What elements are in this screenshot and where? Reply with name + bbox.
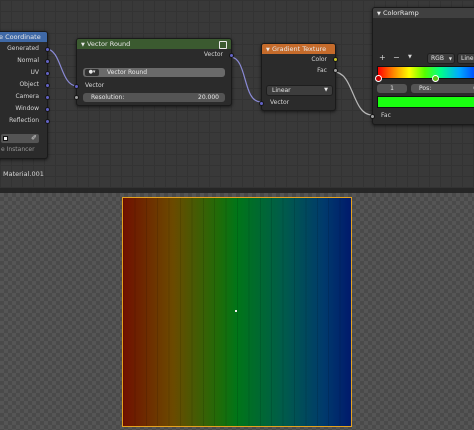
color-stop-marker-active[interactable]: [432, 75, 439, 82]
chevron-down-icon: ▼: [448, 56, 452, 61]
color-mode-select[interactable]: RGB ▼: [427, 53, 455, 64]
socket-object[interactable]: [45, 82, 50, 88]
socket-fac[interactable]: [333, 68, 338, 73]
object-picker-field[interactable]: ✐: [1, 134, 39, 143]
socket-reflection[interactable]: [45, 118, 50, 124]
socket-color[interactable]: [333, 57, 338, 62]
gradient-input-socket[interactable]: [259, 100, 264, 106]
pos-label: Pos:: [419, 85, 432, 92]
output-camera: Camera: [0, 91, 50, 103]
resolution-field[interactable]: Resolution: 20.000: [74, 93, 225, 102]
socket-generated[interactable]: [45, 46, 50, 52]
chevron-down-icon: ▼: [324, 87, 328, 93]
resolution-socket[interactable]: [74, 95, 79, 100]
color-ramp-gradient[interactable]: [375, 66, 474, 82]
collapse-arrow-icon[interactable]: ▼: [266, 47, 270, 53]
node-tree-icon[interactable]: ●▾: [85, 69, 99, 76]
output-normal: Normal: [0, 55, 50, 67]
output-object: Object: [0, 79, 50, 91]
vector-round-header[interactable]: ▼ Vector Round: [77, 39, 231, 49]
colorramp-toolbar: + − ▼ RGB ▼ Line: [377, 53, 474, 64]
vector-round-node[interactable]: ▼ Vector Round Vector ●▾ Vector Round Ve…: [74, 38, 234, 106]
colorramp-input-fac: Fac: [370, 110, 474, 122]
object-icon: [3, 136, 8, 141]
dropdown-arrow-icon[interactable]: ▼: [408, 53, 412, 62]
output-fac: Fac: [262, 65, 338, 76]
group-selector[interactable]: ●▾ Vector Round: [83, 68, 225, 77]
stop-index-field[interactable]: 1: [377, 84, 407, 93]
output-window: Window: [0, 103, 50, 115]
stop-position-field[interactable]: Pos: 0.: [411, 84, 474, 93]
texture-coordinate-node[interactable]: e Coordinate Generated Normal UV Object …: [0, 31, 50, 159]
remove-stop-icon[interactable]: −: [393, 53, 400, 62]
collapse-arrow-icon[interactable]: ▼: [81, 42, 85, 48]
vector-round-input-socket[interactable]: [74, 83, 79, 89]
colorramp-node[interactable]: ▼ ColorRamp + − ▼ RGB ▼ Line 1 Pos: 0: [370, 7, 474, 125]
resolution-value: 20.000: [198, 94, 219, 101]
resolution-label: Resolution:: [91, 94, 125, 101]
vector-round-output-socket[interactable]: [229, 52, 234, 58]
colorramp-title: ColorRamp: [382, 9, 419, 17]
gradient-type-select[interactable]: Linear ▼: [266, 85, 333, 96]
gradient-type-value: Linear: [272, 87, 291, 94]
vector-round-output: Vector: [77, 49, 234, 61]
stop-color-swatch[interactable]: [377, 96, 474, 108]
collapse-arrow-icon[interactable]: ▼: [377, 11, 381, 17]
texture-coordinate-header[interactable]: e Coordinate: [0, 32, 47, 42]
output-color: Color: [262, 54, 338, 65]
colorramp-input-socket[interactable]: [370, 113, 375, 119]
add-stop-icon[interactable]: +: [379, 53, 386, 62]
output-generated: Generated: [0, 43, 50, 55]
gradient-input-vector: Vector: [259, 97, 343, 109]
vector-round-title: Vector Round: [86, 40, 131, 48]
wire-generated-to-vector: [45, 48, 78, 87]
socket-normal[interactable]: [45, 58, 50, 64]
socket-camera[interactable]: [45, 94, 50, 100]
eyedropper-icon[interactable]: ✐: [31, 134, 37, 143]
gradient-texture-node[interactable]: ▼ Gradient Texture Color Fac Linear ▼ Ve…: [259, 43, 338, 111]
output-reflection: Reflection: [0, 115, 50, 127]
output-uv: UV: [0, 67, 50, 79]
instancer-label: e Instancer: [1, 146, 35, 153]
cursor-icon: [235, 310, 237, 312]
socket-window[interactable]: [45, 106, 50, 112]
node-group-icon[interactable]: [219, 41, 227, 49]
interpolation-select[interactable]: Line: [457, 53, 474, 64]
group-name: Vector Round: [107, 69, 148, 76]
gradient-texture-header[interactable]: ▼ Gradient Texture: [262, 44, 335, 54]
material-name-label: Material.001: [3, 170, 44, 178]
image-viewport[interactable]: [0, 193, 474, 430]
rendered-texture-image: [122, 197, 352, 427]
gradient-texture-title: Gradient Texture: [271, 45, 327, 53]
color-stop-marker-left[interactable]: [375, 75, 382, 82]
node-editor[interactable]: e Coordinate Generated Normal UV Object …: [0, 0, 474, 188]
socket-uv[interactable]: [45, 70, 50, 76]
texture-coordinate-title: e Coordinate: [0, 33, 41, 41]
colorramp-header[interactable]: ▼ ColorRamp: [373, 8, 474, 18]
vector-round-input: Vector: [74, 80, 239, 92]
